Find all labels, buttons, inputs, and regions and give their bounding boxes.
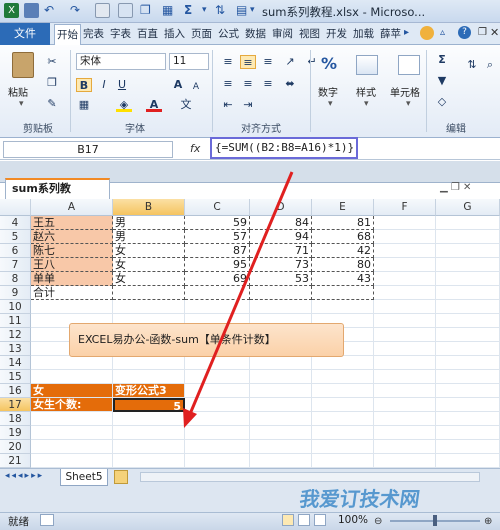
sheet-nav-icon[interactable]: ◂◂◂▸▸▸	[5, 471, 44, 481]
new-sheet-icon[interactable]	[114, 470, 128, 484]
arrow-head-icon	[183, 408, 197, 428]
horizontal-scrollbar[interactable]	[140, 472, 480, 482]
annotation-arrow	[183, 171, 294, 428]
zoom-in-icon[interactable]: ⊕	[484, 516, 492, 527]
page-layout-view-icon[interactable]	[298, 514, 310, 526]
page-break-view-icon[interactable]	[314, 514, 326, 526]
status-ready: 就绪	[8, 516, 29, 528]
arrow-shaft	[188, 171, 294, 415]
sheet-tab[interactable]: Sheet5	[60, 469, 108, 486]
watermark: 我爱订技术网	[298, 487, 422, 511]
zoom-thumb[interactable]	[433, 515, 437, 526]
zoom-level[interactable]: 100%	[338, 514, 368, 526]
normal-view-icon[interactable]	[282, 514, 294, 526]
macro-record-icon[interactable]	[40, 514, 54, 526]
zoom-out-icon[interactable]: ⊖	[374, 516, 382, 527]
